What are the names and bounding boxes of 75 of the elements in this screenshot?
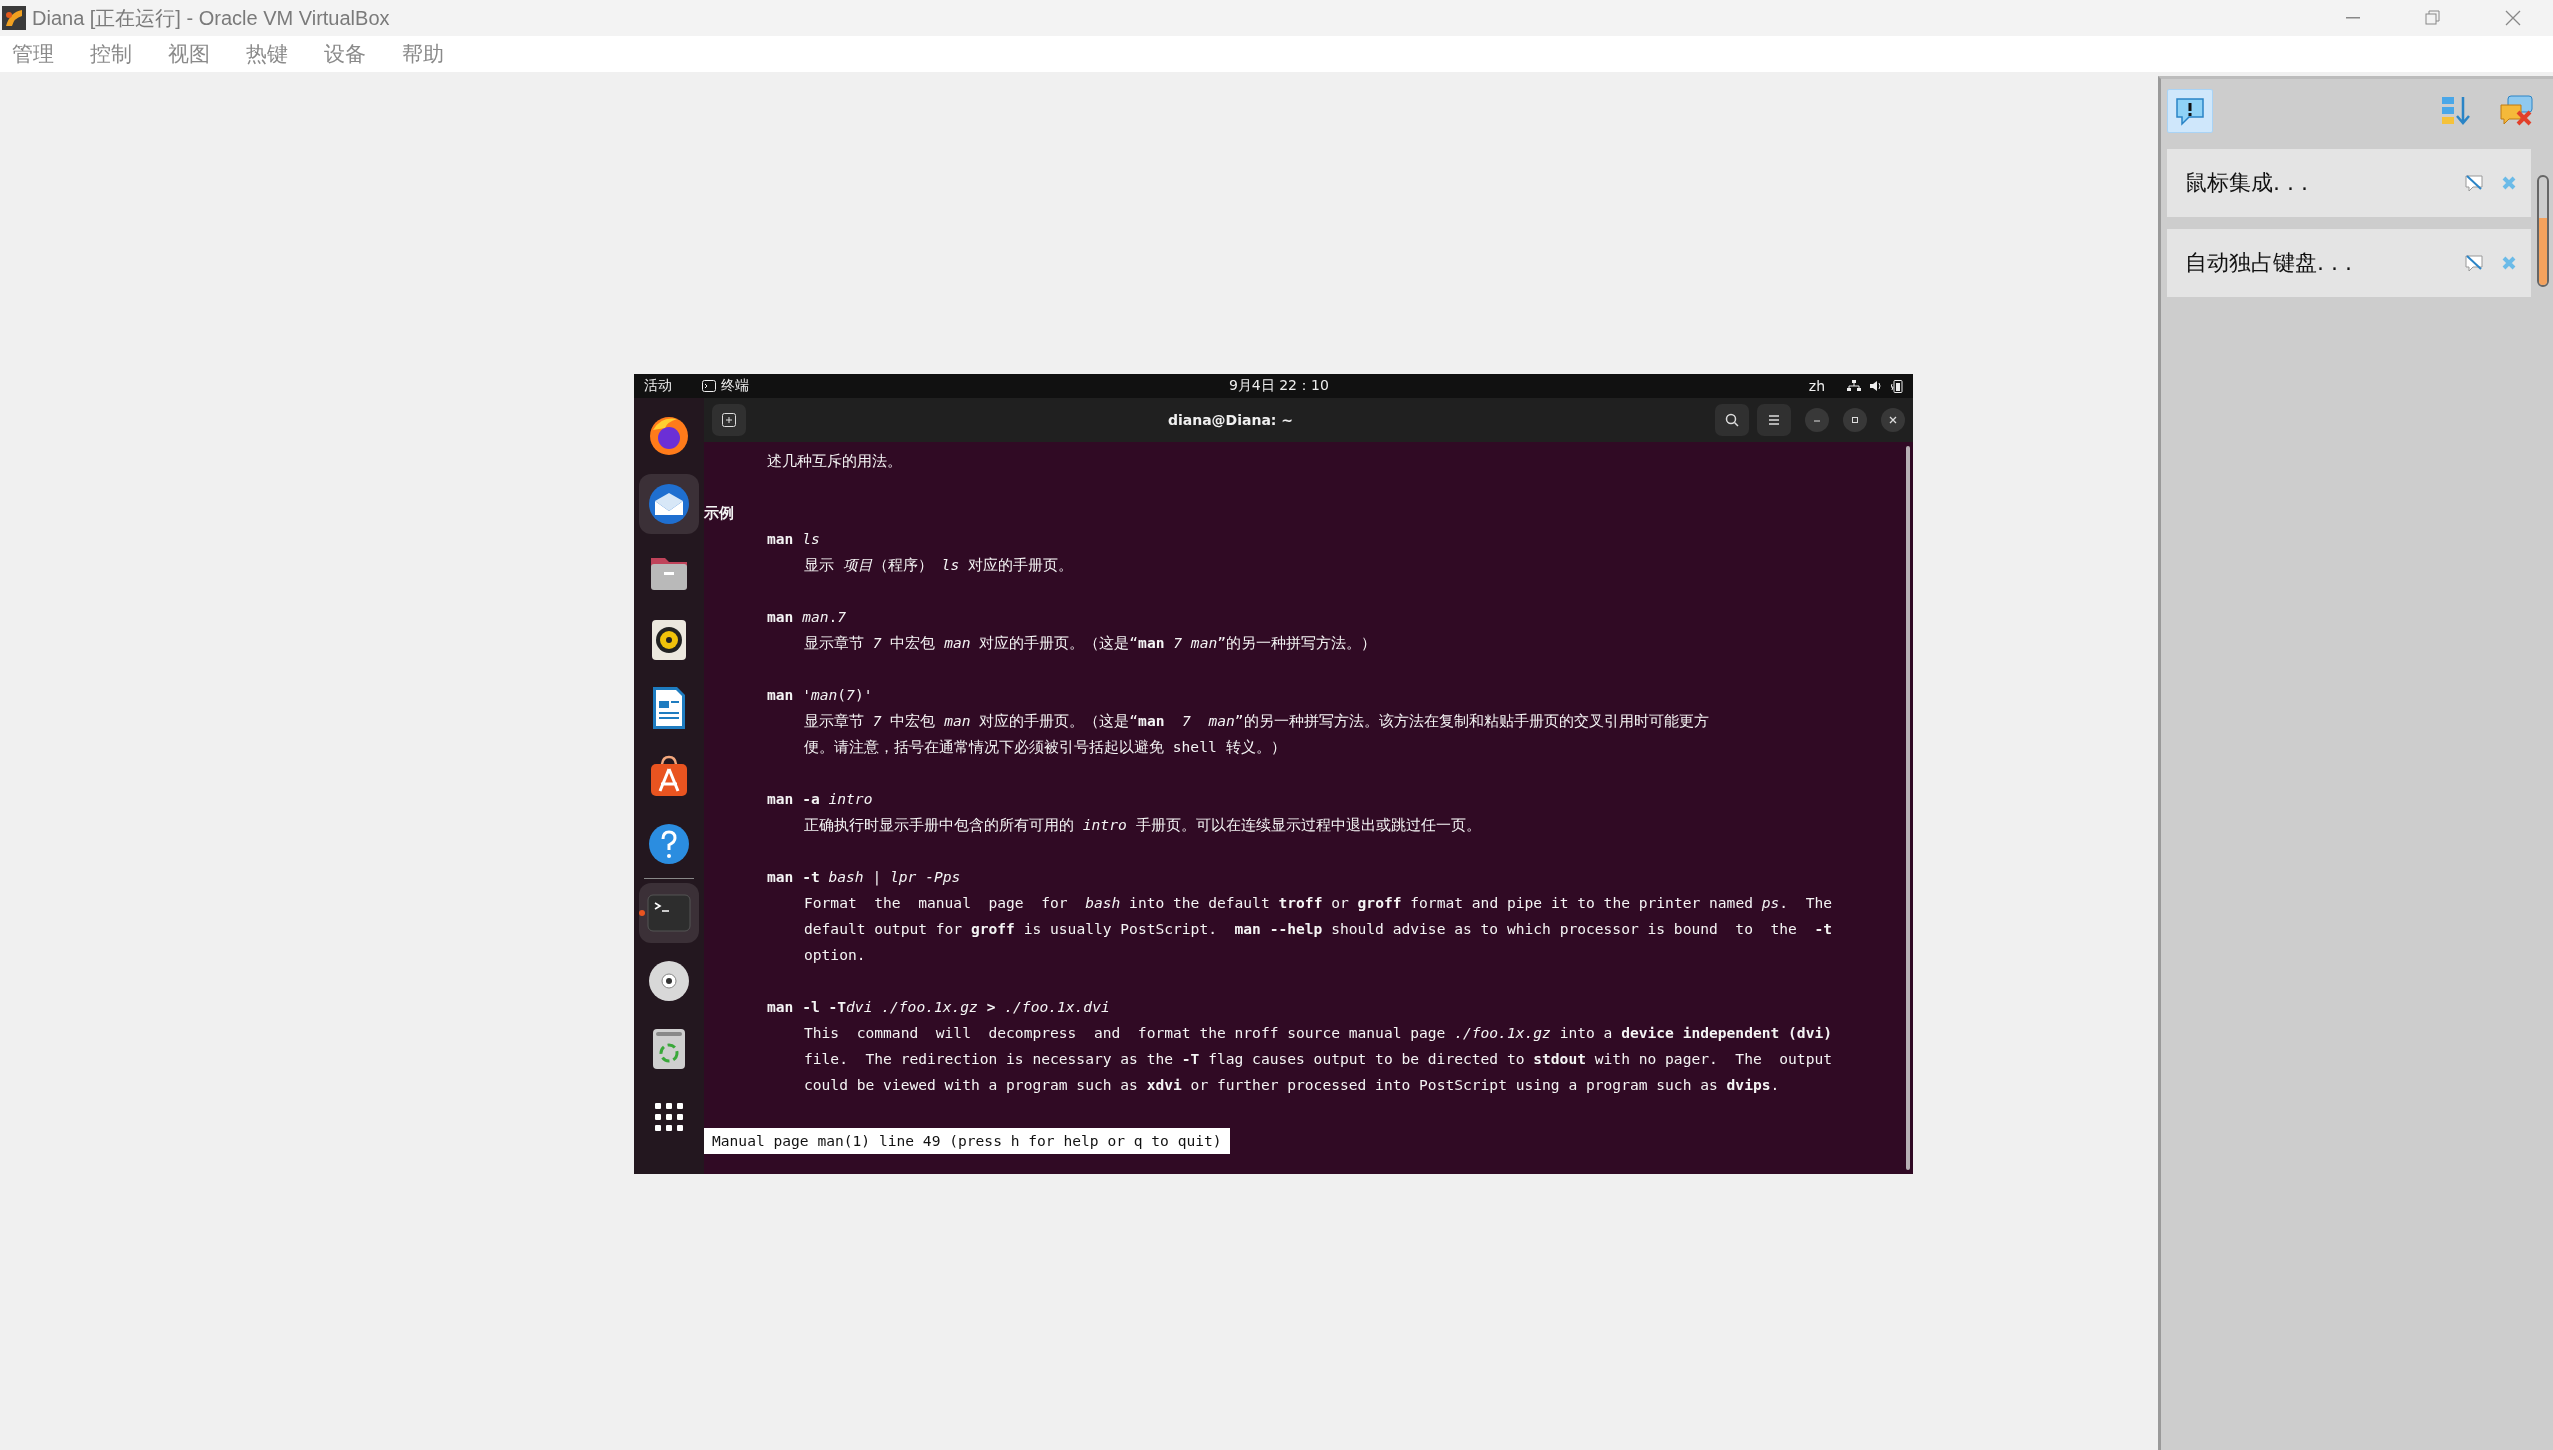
mute-notice-button[interactable] [2465, 174, 2483, 192]
terminal-icon [702, 380, 716, 392]
activities-label[interactable]: 活动 [644, 377, 672, 395]
description-line: 显示章节 7 中宏包 man 对应的手册页。（这是“man 7 man”的另一种拼写方法。） [804, 633, 1376, 653]
notification-toggle-button[interactable] [2167, 89, 2213, 133]
mail-icon [646, 481, 692, 527]
description-line: could be viewed with a program such as xdvi or further processed into PostScript using a program such as dvips. [804, 1075, 1780, 1095]
menu-item[interactable]: 帮助 [400, 40, 446, 68]
shopping-bag-icon [648, 754, 690, 798]
help-icon [647, 822, 691, 866]
command-line: man -l -Tdvi ./foo.1x.gz > ./foo.1x.dvi [767, 997, 1110, 1017]
menu-button[interactable] [1757, 404, 1791, 436]
app-grid-icon [654, 1102, 684, 1132]
close-icon [2501, 175, 2517, 191]
terminal-icon [647, 894, 691, 932]
running-indicator [639, 910, 645, 916]
description-line: 显示 项目（程序） ls 对应的手册页。 [804, 555, 1073, 575]
text-line: 述几种互斥的用法。 [767, 451, 902, 471]
disc-icon [647, 959, 691, 1003]
notice-text: 鼠标集成. . . [2185, 169, 2309, 197]
description-line: 显示章节 7 中宏包 man 对应的手册页。（这是“man 7 man”的另一种拼写方法。该方法在复制和粘贴手册页的交叉引用时可能更方 [804, 711, 1709, 731]
search-button[interactable] [1715, 404, 1749, 436]
description-line: This command will decompress and format the nroff source manual page ./foo.1x.gz into a device independent (dvi) [804, 1023, 1832, 1043]
bubble-off-icon [2465, 174, 2483, 192]
menu-item[interactable]: 热键 [244, 40, 290, 68]
alert-bubble-icon [2174, 95, 2206, 127]
menu-item[interactable]: 控制 [88, 40, 134, 68]
bubble-off-icon [2465, 254, 2483, 272]
menu-item[interactable]: 管理 [10, 40, 56, 68]
minimize-icon [2346, 17, 2360, 19]
section-heading: 示例 [704, 503, 734, 523]
window-title: Diana [正在运行] - Oracle VM VirtualBox [32, 5, 391, 31]
clock[interactable]: 9月4日 22：10 [1228, 377, 1329, 395]
description-line: default output for groff is usually PostScript. man --help should advise as to which processor is bound to the -t [804, 919, 1832, 939]
restore-icon [2425, 10, 2441, 26]
bubbles-close-icon [2498, 94, 2534, 128]
menu-icon [1767, 414, 1781, 426]
search-icon [1724, 412, 1740, 428]
scrollbar[interactable] [1906, 446, 1910, 1170]
close-icon [2505, 10, 2521, 26]
description-line: option. [804, 945, 866, 965]
terminal-title: diana@Diana: ~ [1166, 412, 1295, 428]
description-line: 便。请注意，括号在通常情况下必须被引号括起以避免 shell 转义。） [804, 737, 1286, 757]
description-line: file. The redirection is necessary as the -T flag causes output to be directed to stdout with no pager. The output [804, 1049, 1832, 1069]
command-line: man ls [767, 529, 820, 549]
menu-item[interactable]: 视图 [166, 40, 212, 68]
command-line: man man.7 [767, 607, 847, 627]
description-line: Format the manual page for bash into the default troff or groff format and pipe it to the printer named ps. The [804, 893, 1833, 913]
scrollbar[interactable] [2537, 175, 2549, 287]
notice-text: 自动独占键盘. . . [2185, 249, 2353, 277]
minimize-button[interactable] [1805, 408, 1829, 432]
app-logo-icon [2, 6, 26, 30]
dock-item[interactable] [639, 474, 699, 534]
trash-icon [650, 1027, 688, 1071]
battery-icon[interactable] [1891, 379, 1903, 393]
mute-notice-button[interactable] [2465, 254, 2483, 272]
network-icon[interactable] [1847, 380, 1861, 392]
close-button[interactable] [1881, 408, 1905, 432]
document-icon [650, 685, 688, 731]
app-menu[interactable]: 终端 [702, 377, 749, 395]
firefox-icon [647, 414, 691, 458]
command-line: man -a intro [767, 789, 873, 809]
new-tab-icon [721, 412, 737, 428]
menu-item[interactable]: 设备 [322, 40, 368, 68]
input-method[interactable]: zh [1808, 378, 1825, 394]
description-line: 正确执行时显示手册中包含的所有可用的 intro 手册页。可以在连续显示过程中退出或跳过任一页。 [804, 815, 1481, 835]
maximize-button[interactable] [1843, 408, 1867, 432]
close-icon [2501, 255, 2517, 271]
command-line: man 'man(7)' [767, 685, 873, 705]
maximize-icon [1850, 415, 1860, 425]
close-icon [1888, 415, 1898, 425]
command-line: man -t bash | lpr -Pps [767, 867, 961, 888]
speaker-icon [649, 618, 689, 662]
volume-icon[interactable] [1869, 380, 1883, 392]
new-tab-button[interactable] [712, 404, 746, 436]
